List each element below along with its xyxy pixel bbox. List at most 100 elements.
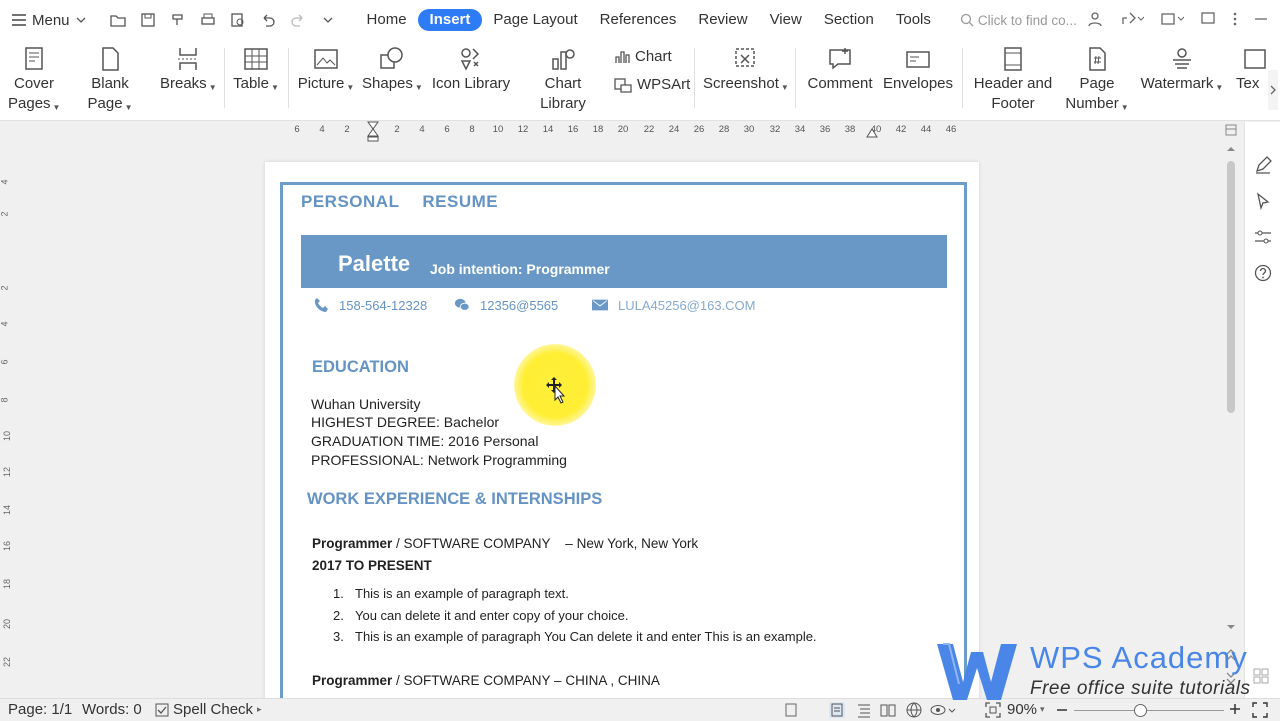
hamburger-icon — [12, 14, 26, 26]
document-page[interactable]: PERSONAL RESUME Palette Job intention: P… — [265, 162, 979, 705]
ribbon-tabs: Home Insert Page Layout References Revie… — [356, 9, 942, 31]
ruler-tick: 38 — [844, 124, 856, 135]
pen-edit-icon[interactable] — [1254, 156, 1272, 174]
zoom-in-icon[interactable] — [1229, 703, 1241, 715]
comment-button[interactable]: Comment — [806, 46, 874, 94]
zoom-slider-thumb[interactable] — [1134, 704, 1147, 717]
web-layout-icon[interactable] — [906, 702, 922, 718]
collaborate-icon[interactable] — [1086, 10, 1104, 28]
customize-toolbar-icon[interactable] — [320, 12, 336, 28]
wpsart-icon — [614, 77, 632, 93]
tab-review[interactable]: Review — [687, 9, 758, 31]
right-indent-marker-icon[interactable] — [866, 125, 878, 139]
scroll-down-icon[interactable] — [1226, 623, 1236, 631]
print-preview-icon[interactable] — [230, 12, 246, 28]
tab-view[interactable]: View — [759, 9, 813, 31]
breaks-button[interactable]: Breaks ▼ — [160, 46, 217, 94]
contact-email: LULA45256@163.COM — [592, 297, 756, 313]
fit-page-icon[interactable] — [985, 702, 1001, 718]
indent-marker-icon[interactable] — [366, 121, 380, 143]
ruler-tick: 26 — [693, 124, 705, 135]
horizontal-ruler[interactable]: 6 4 2 2 4 6 8 10 12 14 16 18 20 22 24 26… — [0, 121, 1240, 143]
word-count[interactable]: Words: 0 — [82, 701, 142, 718]
blank-page-button[interactable]: Blank Page ▼ — [68, 46, 152, 114]
cover-pages-button[interactable]: Cover Pages ▼ — [8, 46, 60, 114]
vertical-ruler[interactable]: 4 2 2 4 6 8 10 12 14 16 18 20 22 — [0, 143, 14, 698]
fullscreen-icon[interactable] — [1252, 702, 1268, 718]
tab-tools[interactable]: Tools — [885, 9, 942, 31]
more-vertical-icon[interactable] — [1232, 10, 1238, 28]
ruler-tick: 6 — [444, 124, 450, 135]
ruler-tick: 46 — [945, 124, 957, 135]
chart-button[interactable]: Chart — [614, 48, 672, 65]
zoom-level[interactable]: 90% ▾ — [1007, 701, 1045, 718]
text-box-button-partial[interactable]: Tex — [1236, 46, 1268, 94]
tab-section[interactable]: Section — [813, 9, 885, 31]
share-icon[interactable] — [1120, 10, 1144, 28]
reading-view-icon[interactable] — [880, 702, 896, 718]
page-count[interactable]: Page: 1/1 — [8, 701, 72, 718]
undo-icon[interactable] — [260, 12, 276, 28]
spell-check-button[interactable]: Spell Check ▸ — [155, 701, 262, 718]
sync-icon[interactable] — [1160, 10, 1184, 28]
print-icon[interactable] — [200, 12, 216, 28]
tab-insert[interactable]: Insert — [417, 9, 483, 31]
grid-apps-icon[interactable] — [1253, 668, 1269, 684]
ruler-toggle-icon[interactable] — [1225, 124, 1237, 136]
zoom-out-icon[interactable] — [1056, 704, 1068, 716]
envelopes-button[interactable]: Envelopes — [882, 46, 954, 94]
minimize-icon[interactable] — [1254, 10, 1268, 28]
eye-protection-icon[interactable] — [930, 702, 956, 718]
vertical-scrollbar[interactable] — [1224, 143, 1238, 693]
main-menu-button[interactable]: Menu — [0, 12, 94, 29]
shapes-button[interactable]: Shapes ▼ — [362, 46, 423, 94]
format-painter-icon[interactable] — [170, 12, 186, 28]
top-right-tools — [1086, 10, 1268, 28]
ruler-tick: 10 — [492, 124, 504, 135]
open-folder-icon[interactable] — [109, 12, 126, 28]
tab-home[interactable]: Home — [356, 9, 418, 31]
tab-page-layout[interactable]: Page Layout — [482, 9, 588, 31]
wps-logo-icon — [937, 643, 1017, 700]
save-icon[interactable] — [140, 12, 156, 28]
screenshot-button[interactable]: Screenshot ▼ — [703, 46, 789, 94]
ruler-tick: 44 — [920, 124, 932, 135]
ruler-tick: 22 — [643, 124, 655, 135]
watermark-button[interactable]: Watermark ▼ — [1138, 46, 1226, 94]
chart-library-button[interactable]: Chart Library — [520, 46, 606, 114]
help-icon[interactable] — [1254, 264, 1272, 282]
ruler-tick: 18 — [592, 124, 604, 135]
education-line: Wuhan University — [311, 396, 421, 412]
scrollbar-thumb[interactable] — [1227, 161, 1235, 413]
title-menu-bar: Menu Home Insert Page Layout References … — [0, 0, 1280, 40]
redo-icon[interactable] — [290, 12, 306, 28]
zoom-slider-track[interactable] — [1074, 710, 1224, 711]
table-button[interactable]: Table ▼ — [232, 46, 280, 94]
scroll-up-icon[interactable] — [1226, 145, 1236, 153]
ruler-tick: 16 — [567, 124, 579, 135]
header-footer-button[interactable]: Header and Footer — [970, 46, 1056, 114]
ruler-tick: 6 — [294, 124, 300, 135]
ribbon-separator — [962, 48, 963, 108]
job1-bullet-list: 1. This is an example of paragraph text. … — [333, 586, 817, 651]
page-number-button[interactable]: Page Number ▼ — [1064, 46, 1130, 114]
cover-pages-label: Cover Pages ▼ — [8, 75, 61, 112]
find-command-box[interactable]: Click to find co... — [960, 13, 1077, 28]
ruler-tick: 8 — [469, 124, 475, 135]
header-footer-label: Header and Footer — [973, 75, 1053, 112]
tab-references[interactable]: References — [589, 9, 688, 31]
envelopes-label: Envelopes — [882, 75, 954, 92]
page-view-icon[interactable] — [829, 702, 845, 718]
adjust-sliders-icon[interactable] — [1254, 228, 1272, 246]
picture-button[interactable]: Picture ▼ — [297, 46, 355, 94]
email-icon — [592, 299, 608, 311]
outline-view-icon[interactable] — [856, 702, 872, 718]
document-protect-icon[interactable] — [784, 703, 798, 717]
icon-library-button[interactable]: Icon Library — [430, 46, 512, 94]
ribbon-scroll-right-icon[interactable] — [1268, 70, 1278, 110]
chevron-down-icon — [76, 17, 85, 23]
select-pointer-icon[interactable] — [1254, 192, 1272, 210]
job1-header: Programmer / SOFTWARE COMPANY – New York… — [312, 536, 698, 551]
wpsart-button[interactable]: WPSArt — [614, 76, 690, 93]
comment-panel-icon[interactable] — [1200, 10, 1216, 28]
